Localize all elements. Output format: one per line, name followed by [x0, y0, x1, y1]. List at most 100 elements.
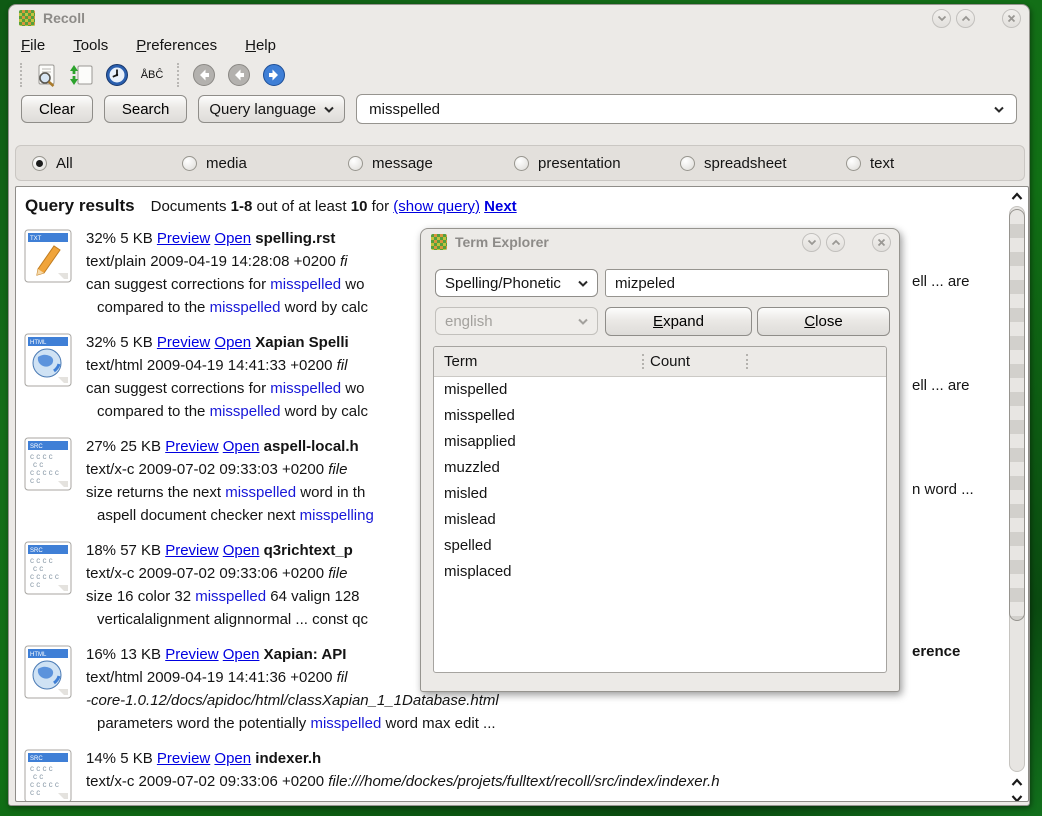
menu-tools[interactable]: Tools — [73, 37, 108, 54]
maximize-button[interactable] — [826, 233, 845, 252]
search-row: Clear Search Query language misspelled — [9, 92, 1029, 130]
history-icon[interactable] — [104, 62, 130, 88]
results-scrollbar[interactable] — [1007, 188, 1027, 798]
expansion-mode-select[interactable]: Spelling/Phonetic — [435, 269, 598, 297]
filter-all[interactable]: All — [16, 155, 182, 172]
dialog-titlebar[interactable]: Term Explorer — [421, 229, 899, 255]
clipped-text-fragment: erence — [912, 643, 960, 660]
term-table-row[interactable]: misspelled — [434, 403, 886, 429]
radio-icon[interactable] — [514, 156, 529, 171]
close-dialog-button[interactable]: Close — [757, 307, 890, 336]
sort-parameters-icon[interactable] — [69, 62, 95, 88]
column-term[interactable]: Term — [434, 353, 477, 370]
text-segment: compared to the — [97, 403, 210, 420]
menubar: File Tools Preferences Help — [9, 31, 1029, 58]
result-link[interactable]: Open — [214, 334, 251, 351]
titlebar[interactable]: Recoll — [9, 5, 1029, 31]
text-segment: file — [328, 461, 347, 478]
scroll-down-icon[interactable] — [1007, 790, 1027, 802]
radio-icon[interactable] — [182, 156, 197, 171]
svg-text:c c: c c — [30, 788, 40, 797]
result-link[interactable]: Preview — [157, 750, 210, 767]
src-file-icon: SRCc c c cc cc c c c cc c — [24, 541, 72, 599]
desktop: Recoll File Tools Preferences Help — [0, 0, 1042, 816]
filter-presentation[interactable]: presentation — [514, 155, 680, 172]
close-button[interactable] — [872, 233, 891, 252]
filter-media[interactable]: media — [182, 155, 348, 172]
term-table-header[interactable]: Term Count — [434, 347, 886, 377]
chevron-down-icon — [937, 15, 947, 22]
term-input-text: mizpeled — [615, 275, 675, 292]
term-table-row[interactable]: muzzled — [434, 455, 886, 481]
text-segment: word max edit ... — [381, 715, 495, 732]
text-segment: misspelled — [310, 715, 381, 732]
result-link[interactable]: Next — [484, 198, 517, 215]
query-language-select[interactable]: Query language — [198, 95, 345, 123]
text-segment: text/x-c 2009-07-02 09:33:06 +0200 — [86, 773, 328, 790]
term-table-row[interactable]: mispelled — [434, 377, 886, 403]
text-segment: misspelled — [270, 380, 341, 397]
text-segment: misspelled — [210, 299, 281, 316]
scrollbar-thumb[interactable] — [1009, 209, 1025, 621]
result-link[interactable]: (show query) — [393, 198, 480, 215]
term-table-row[interactable]: misapplied — [434, 429, 886, 455]
menu-help[interactable]: Help — [245, 37, 276, 54]
search-input[interactable]: misspelled — [356, 94, 1017, 124]
search-button[interactable]: Search — [104, 95, 188, 123]
clear-button[interactable]: Clear — [21, 95, 93, 123]
text-segment: misspelling — [300, 507, 374, 524]
text-segment: word by calc — [280, 299, 368, 316]
text-segment: verticalalignment alignnormal ... const … — [97, 611, 368, 628]
filter-bar: Allmediamessagepresentationspreadsheette… — [15, 145, 1025, 181]
result-link[interactable]: Open — [214, 230, 251, 247]
column-count[interactable]: Count — [650, 353, 690, 370]
term-table-row[interactable]: misled — [434, 481, 886, 507]
result-link[interactable]: Preview — [165, 438, 218, 455]
chevron-down-icon — [994, 106, 1004, 113]
maximize-button[interactable] — [956, 9, 975, 28]
go-first-icon[interactable] — [191, 62, 217, 88]
result-link[interactable]: Preview — [157, 334, 210, 351]
term-table-row[interactable]: spelled — [434, 533, 886, 559]
result-link[interactable]: Preview — [165, 646, 218, 663]
result-link[interactable]: Preview — [157, 230, 210, 247]
chevron-down-icon — [578, 280, 588, 287]
result-link[interactable]: Preview — [165, 542, 218, 559]
scroll-up-icon[interactable] — [1007, 774, 1027, 790]
result-link[interactable]: Open — [223, 438, 260, 455]
term-explorer-abc-icon[interactable]: ÅBĈ — [139, 62, 165, 88]
term-explorer-input[interactable]: mizpeled — [605, 269, 889, 297]
go-back-icon[interactable] — [226, 62, 252, 88]
radio-icon[interactable] — [32, 156, 47, 171]
radio-icon[interactable] — [846, 156, 861, 171]
close-button[interactable] — [1002, 9, 1021, 28]
chevron-down-icon — [578, 318, 588, 325]
result-line: -core-1.0.12/docs/apidoc/html/classXapia… — [86, 689, 1028, 712]
filter-message[interactable]: message — [348, 155, 514, 172]
menu-preferences[interactable]: Preferences — [136, 37, 217, 54]
term-table-row[interactable]: misplaced — [434, 559, 886, 585]
scroll-up-icon[interactable] — [1007, 188, 1027, 204]
chevron-down-icon — [807, 239, 817, 246]
go-forward-icon[interactable] — [261, 62, 287, 88]
filter-spreadsheet[interactable]: spreadsheet — [680, 155, 846, 172]
term-table: Term Count mispelledmisspelledmisapplied… — [433, 346, 887, 673]
radio-icon[interactable] — [348, 156, 363, 171]
menu-file[interactable]: File — [21, 37, 45, 54]
term-table-row[interactable]: mislead — [434, 507, 886, 533]
shade-button[interactable] — [802, 233, 821, 252]
recoll-app-icon — [431, 234, 447, 250]
advanced-search-icon[interactable] — [34, 62, 60, 88]
radio-icon[interactable] — [680, 156, 695, 171]
text-segment: can suggest corrections for — [86, 380, 270, 397]
close-icon — [1007, 14, 1016, 23]
result-link[interactable]: Open — [223, 542, 260, 559]
result-link[interactable]: Open — [214, 750, 251, 767]
search-query-text: misspelled — [369, 101, 440, 118]
svg-text:SRC: SRC — [30, 444, 43, 450]
expand-button[interactable]: Expand — [605, 307, 752, 336]
filter-text[interactable]: text — [846, 155, 1012, 172]
result-link[interactable]: Open — [223, 646, 260, 663]
shade-button[interactable] — [932, 9, 951, 28]
text-segment: size 16 color 32 — [86, 588, 195, 605]
